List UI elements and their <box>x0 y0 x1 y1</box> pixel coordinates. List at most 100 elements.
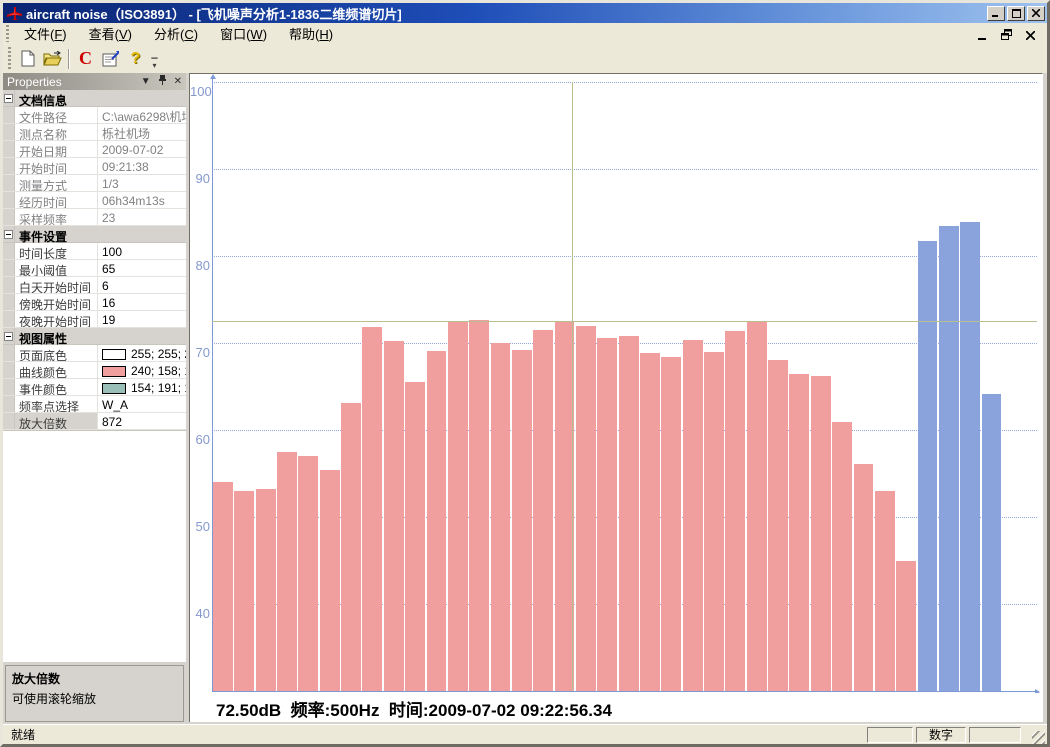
property-value[interactable]: 09:21:38 <box>98 158 186 174</box>
panel-menu-icon[interactable]: ▼ <box>141 77 151 87</box>
bar[interactable] <box>747 322 767 691</box>
bar[interactable] <box>640 353 660 691</box>
analysis-button[interactable]: C <box>73 47 98 71</box>
property-group-header[interactable]: 事件设置 <box>3 226 186 243</box>
bar[interactable] <box>448 322 468 691</box>
property-row[interactable]: 页面底色255; 255; 255 <box>3 345 186 362</box>
property-value[interactable]: C:\awa6298\机场 <box>98 107 186 123</box>
property-row[interactable]: 文件路径C:\awa6298\机场 <box>3 107 186 124</box>
menu-item-帮助[interactable]: 帮助(H) <box>278 25 344 44</box>
maximize-button[interactable] <box>1007 6 1025 21</box>
bar[interactable] <box>213 482 233 691</box>
bar[interactable] <box>811 376 831 691</box>
bar[interactable] <box>427 351 447 691</box>
property-row[interactable]: 经历时间06h34m13s <box>3 192 186 209</box>
property-value[interactable]: 1/3 <box>98 175 186 191</box>
property-row[interactable]: 最小阈值65 <box>3 260 186 277</box>
bar[interactable] <box>256 489 276 691</box>
property-row[interactable]: 白天开始时间6 <box>3 277 186 294</box>
help-button[interactable]: ? <box>123 47 148 71</box>
menubar-grip-handle[interactable] <box>5 25 10 42</box>
bar[interactable] <box>982 394 1002 691</box>
bar[interactable] <box>918 241 938 691</box>
property-group-header[interactable]: 文档信息 <box>3 90 186 107</box>
bar[interactable] <box>725 331 745 691</box>
property-value[interactable]: 06h34m13s <box>98 192 186 208</box>
bar[interactable] <box>384 341 404 691</box>
menu-item-分析[interactable]: 分析(C) <box>143 25 209 44</box>
bar[interactable] <box>704 352 724 691</box>
mdi-restore-icon[interactable] <box>999 28 1013 40</box>
pin-icon[interactable] <box>158 75 167 88</box>
mdi-minimize-icon[interactable] <box>975 28 989 40</box>
resize-grip[interactable] <box>1032 731 1045 744</box>
property-value[interactable]: 240; 158; 158 <box>98 362 186 378</box>
property-row[interactable]: 夜晚开始时间19 <box>3 311 186 328</box>
bar[interactable] <box>469 320 489 691</box>
property-row[interactable]: 事件颜色154; 191; 185 <box>3 379 186 396</box>
bar[interactable] <box>320 470 340 691</box>
bar[interactable] <box>939 226 959 691</box>
bar[interactable] <box>277 452 297 691</box>
bar[interactable] <box>597 338 617 691</box>
property-value[interactable]: 255; 255; 255 <box>98 345 186 361</box>
bar[interactable] <box>341 403 361 691</box>
property-value[interactable]: 23 <box>98 209 186 225</box>
menu-item-查看[interactable]: 查看(V) <box>78 25 143 44</box>
bar[interactable] <box>576 326 596 691</box>
bar[interactable] <box>960 222 980 691</box>
bar[interactable] <box>234 491 254 691</box>
bar[interactable] <box>832 422 852 691</box>
bar[interactable] <box>619 336 639 691</box>
property-row[interactable]: 测量方式1/3 <box>3 175 186 192</box>
property-value[interactable]: 100 <box>98 243 186 259</box>
property-value[interactable]: 2009-07-02 <box>98 141 186 157</box>
property-value[interactable]: 65 <box>98 260 186 276</box>
bar[interactable] <box>512 350 532 691</box>
toolbar-grip-handle[interactable] <box>7 47 12 70</box>
bar[interactable] <box>533 330 553 691</box>
property-group-header[interactable]: 视图属性 <box>3 328 186 345</box>
collapse-icon[interactable] <box>3 328 15 344</box>
bar[interactable] <box>298 456 318 691</box>
property-row[interactable]: 傍晚开始时间16 <box>3 294 186 311</box>
property-value[interactable]: 872 <box>98 413 186 429</box>
bar[interactable] <box>875 491 895 691</box>
property-row[interactable]: 采样频率23 <box>3 209 186 226</box>
property-row[interactable]: 曲线颜色240; 158; 158 <box>3 362 186 379</box>
bar[interactable] <box>362 327 382 691</box>
new-document-button[interactable] <box>15 47 40 71</box>
bar[interactable] <box>683 340 703 691</box>
property-value[interactable]: 栎社机场 <box>98 124 186 140</box>
toolbar-options-icon[interactable]: ▔▾ <box>148 48 161 70</box>
property-row[interactable]: 开始时间09:21:38 <box>3 158 186 175</box>
property-row[interactable]: 放大倍数872 <box>3 413 186 430</box>
property-row[interactable]: 频率点选择W_A <box>3 396 186 413</box>
mdi-close-icon[interactable] <box>1023 28 1037 40</box>
menu-item-窗口[interactable]: 窗口(W) <box>209 25 278 44</box>
panel-close-icon[interactable]: ✕ <box>174 77 182 87</box>
property-value[interactable]: 154; 191; 185 <box>98 379 186 395</box>
property-value[interactable]: 19 <box>98 311 186 327</box>
collapse-icon[interactable] <box>3 226 15 242</box>
bar[interactable] <box>896 561 916 691</box>
property-value[interactable]: 6 <box>98 277 186 293</box>
bar[interactable] <box>405 382 425 691</box>
bar[interactable] <box>854 464 874 691</box>
property-row[interactable]: 测点名称栎社机场 <box>3 124 186 141</box>
property-value[interactable]: 16 <box>98 294 186 310</box>
open-file-button[interactable] <box>40 47 65 71</box>
collapse-icon[interactable] <box>3 90 15 106</box>
spectrum-chart-plot[interactable]: 405060708090100 <box>190 74 1042 693</box>
property-row[interactable]: 时间长度100 <box>3 243 186 260</box>
menu-item-文件[interactable]: 文件(F) <box>13 25 78 44</box>
bar[interactable] <box>661 357 681 691</box>
close-button[interactable] <box>1027 6 1045 21</box>
minimize-button[interactable] <box>987 6 1005 21</box>
property-row[interactable]: 开始日期2009-07-02 <box>3 141 186 158</box>
property-value[interactable]: W_A <box>98 396 186 412</box>
bar[interactable] <box>491 343 511 691</box>
bar[interactable] <box>768 360 788 691</box>
property-sheet-button[interactable] <box>98 47 123 71</box>
bar[interactable] <box>789 374 809 691</box>
